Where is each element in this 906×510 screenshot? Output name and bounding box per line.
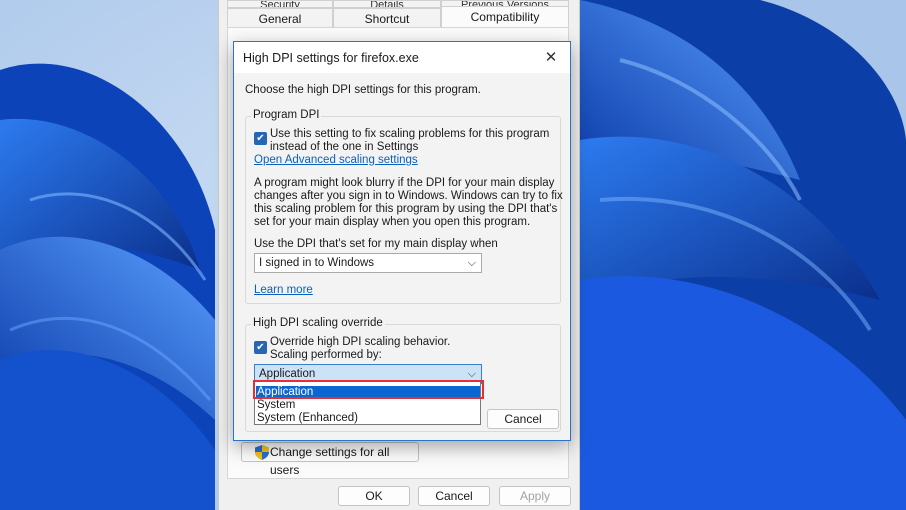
override-checkbox-line1: Override high DPI scaling behavior.	[270, 336, 451, 348]
program-dpi-label: Program DPI	[251, 109, 322, 121]
apply-button[interactable]: Apply	[499, 486, 571, 506]
chevron-down-icon: ⌵	[467, 257, 476, 269]
checkmark-icon: ✔	[256, 342, 265, 353]
dpi-timing-value: I signed in to Windows	[259, 257, 375, 269]
program-dpi-checkbox-line2: instead of the one in Settings	[270, 141, 419, 153]
dpi-select-label: Use the DPI that's set for my main displ…	[254, 238, 498, 250]
description-line-2: changes after you sign in to Windows. Wi…	[254, 190, 563, 202]
uac-shield-icon	[255, 445, 269, 460]
advanced-scaling-link[interactable]: Open Advanced scaling settings	[254, 154, 418, 167]
ok-button[interactable]: OK	[338, 486, 410, 506]
intro-text: Choose the high DPI settings for this pr…	[245, 84, 481, 96]
checkmark-icon: ✔	[256, 133, 265, 144]
change-settings-all-users-button[interactable]: Change settings for all users	[241, 442, 419, 477]
tab-compatibility[interactable]: Compatibility	[441, 6, 569, 28]
cancel-button[interactable]: Cancel	[418, 486, 490, 506]
dpi-timing-select[interactable]: I signed in to Windows ⌵	[254, 253, 482, 273]
tab-general[interactable]: General	[227, 8, 333, 28]
description-line-3: this scaling problem for this program by…	[254, 203, 558, 215]
tab-shortcut[interactable]: Shortcut	[333, 8, 441, 28]
annotation-highlight-box	[253, 380, 484, 399]
override-label: High DPI scaling override	[251, 317, 385, 329]
description-line-1: A program might look blurry if the DPI f…	[254, 177, 555, 189]
dialog-titlebar: High DPI settings for firefox.exe ✕	[234, 42, 570, 73]
dialog-cancel-button[interactable]: Cancel	[487, 409, 559, 429]
dialog-title: High DPI settings for firefox.exe	[243, 51, 419, 65]
option-system-enhanced[interactable]: System (Enhanced)	[256, 412, 480, 425]
option-system[interactable]: System	[256, 399, 480, 412]
close-icon[interactable]: ✕	[540, 48, 562, 68]
tab-details[interactable]: Details	[333, 0, 441, 8]
tab-security[interactable]: Security	[227, 0, 333, 8]
override-checkbox-line2: Scaling performed by:	[270, 349, 382, 361]
program-dpi-checkbox-line1: Use this setting to fix scaling problems…	[270, 128, 550, 140]
description-line-4: set for your main display when you open …	[254, 216, 531, 228]
scaling-select-value: Application	[259, 368, 316, 380]
override-checkbox[interactable]: ✔	[254, 341, 267, 354]
learn-more-link[interactable]: Learn more	[254, 284, 313, 297]
program-dpi-checkbox[interactable]: ✔	[254, 132, 267, 145]
